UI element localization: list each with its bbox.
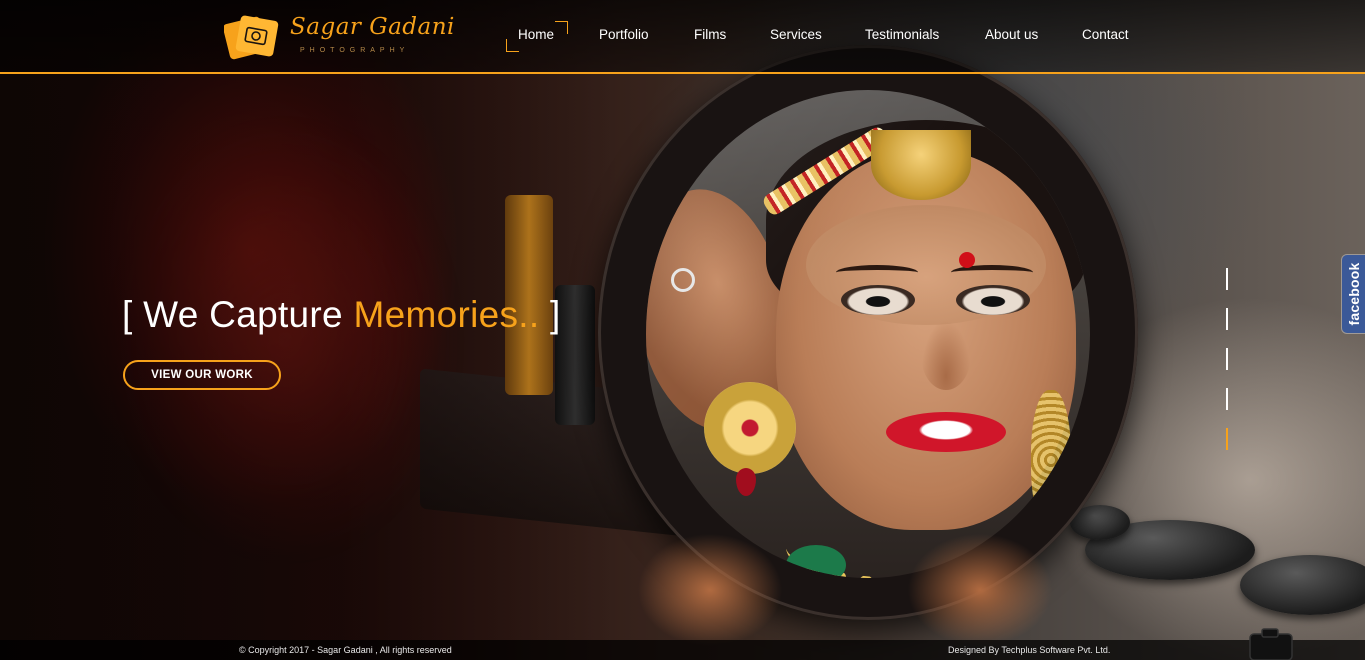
makeup-compact	[1240, 555, 1365, 615]
hero-headline: [ We Capture Memories.. ]	[122, 294, 561, 336]
slide-dot[interactable]	[1226, 308, 1228, 330]
header-divider	[0, 72, 1365, 74]
facebook-tab[interactable]: facebook	[1342, 255, 1365, 333]
hero-headline-accent: Memories..	[353, 294, 540, 335]
nav-contact[interactable]: Contact	[1082, 27, 1129, 42]
nav-about-us[interactable]: About us	[985, 27, 1038, 42]
nav-films[interactable]: Films	[694, 27, 726, 42]
site-footer: © Copyright 2017 - Sagar Gadani , All ri…	[0, 640, 1365, 660]
nav-services[interactable]: Services	[770, 27, 822, 42]
site-header: Sagar Gadani PHOTOGRAPHY Home Portfolio …	[0, 0, 1365, 74]
nav-home[interactable]: Home	[505, 21, 569, 52]
brand-name: Sagar Gadani	[290, 14, 455, 40]
main-nav: Home Portfolio Films Services Testimonia…	[500, 0, 1160, 72]
copyright-text: © Copyright 2017 - Sagar Gadani , All ri…	[239, 645, 452, 655]
camera-icon	[1249, 628, 1293, 660]
hands-holding-mirror	[560, 520, 1120, 660]
mirror-reflection	[646, 90, 1090, 578]
nav-testimonials[interactable]: Testimonials	[865, 27, 939, 42]
slide-dot-active[interactable]	[1226, 428, 1228, 450]
slide-dot[interactable]	[1226, 268, 1228, 290]
brand-tagline: PHOTOGRAPHY	[300, 47, 410, 54]
camera-logo-icon	[224, 15, 279, 60]
view-our-work-button[interactable]: VIEW OUR WORK	[123, 360, 281, 390]
slide-dot[interactable]	[1226, 388, 1228, 410]
brand-logo[interactable]: Sagar Gadani PHOTOGRAPHY	[224, 10, 454, 66]
designer-credit-link[interactable]: Designed By Techplus Software Pvt. Ltd.	[948, 645, 1110, 655]
mirror-shine	[646, 90, 1090, 578]
slide-indicator	[1226, 268, 1229, 452]
slide-dot[interactable]	[1226, 348, 1228, 370]
hero-headline-open: [ We Capture	[122, 294, 354, 335]
facebook-label: facebook	[1345, 262, 1362, 326]
nav-portfolio[interactable]: Portfolio	[599, 27, 649, 42]
hero-headline-close: ]	[539, 294, 561, 335]
